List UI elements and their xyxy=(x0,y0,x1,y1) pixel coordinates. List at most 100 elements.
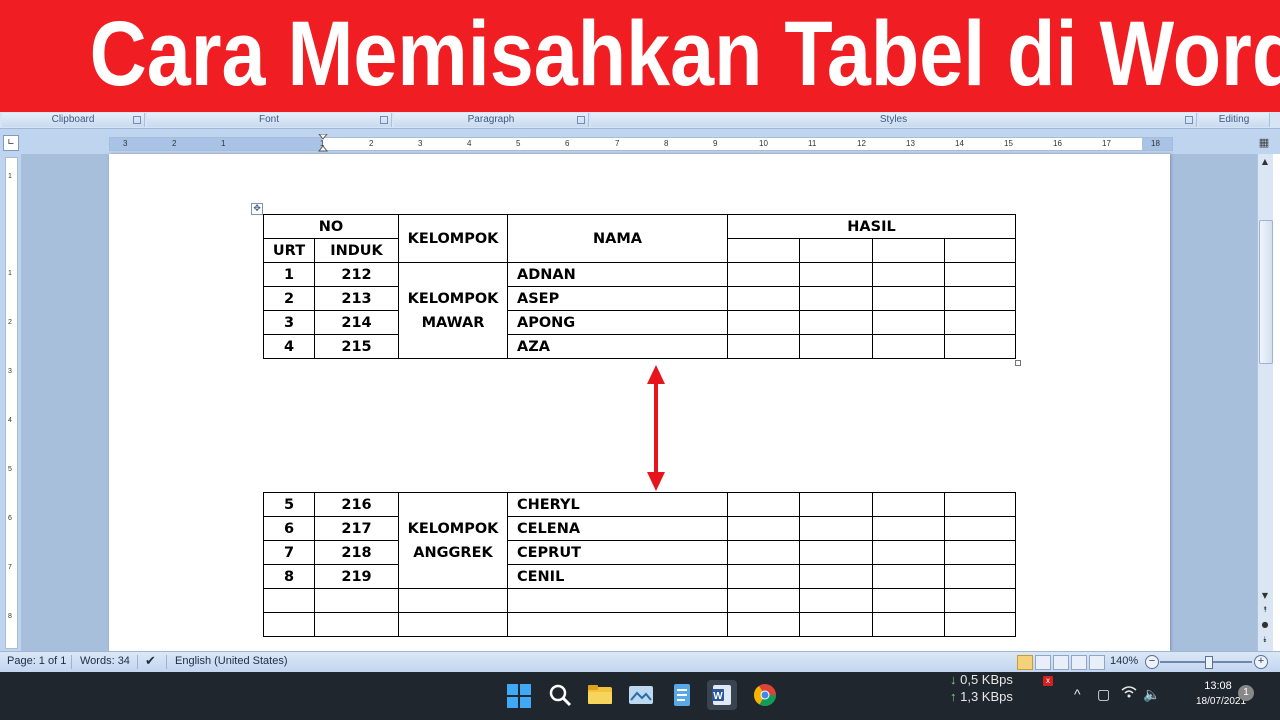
cell-induk[interactable]: 212 xyxy=(314,262,399,287)
web-layout-icon[interactable] xyxy=(1053,655,1069,670)
cell-kelompok[interactable]: KELOMPOK ANGGREK xyxy=(398,492,508,589)
header-no[interactable]: NO xyxy=(263,214,399,239)
hasil-cell[interactable] xyxy=(799,564,873,589)
hasil-cell[interactable] xyxy=(799,334,873,359)
cell-urt[interactable]: 2 xyxy=(263,286,315,311)
empty-cell[interactable] xyxy=(507,588,728,613)
hasil-cell[interactable] xyxy=(727,238,800,263)
hasil-cell[interactable] xyxy=(944,516,1016,541)
empty-cell[interactable] xyxy=(507,612,728,637)
cell-induk[interactable]: 218 xyxy=(314,540,399,565)
chrome-icon[interactable] xyxy=(750,680,780,710)
photos-icon[interactable] xyxy=(626,680,656,710)
cell-urt[interactable]: 6 xyxy=(263,516,315,541)
dialog-launcher-icon[interactable] xyxy=(380,116,388,124)
table-bottom[interactable]: 5 216 KELOMPOK ANGGREK CHERYL 6 217 CELE… xyxy=(263,492,1016,637)
zoom-level[interactable]: 140% xyxy=(1110,655,1138,667)
table-resize-handle[interactable] xyxy=(1015,360,1021,366)
word-app-icon[interactable]: W xyxy=(707,680,737,710)
cell-nama[interactable]: AZA xyxy=(507,334,728,359)
hasil-cell[interactable] xyxy=(799,310,873,335)
scroll-up-icon[interactable]: ▲ xyxy=(1259,156,1271,168)
system-clock[interactable]: 13:08 18/07/2021 xyxy=(1196,679,1246,709)
hasil-cell[interactable] xyxy=(872,334,945,359)
volume-icon[interactable]: 🔈 xyxy=(1143,686,1160,703)
hasil-cell[interactable] xyxy=(799,492,873,517)
hasil-cell[interactable] xyxy=(872,286,945,311)
print-layout-icon[interactable] xyxy=(1017,655,1033,670)
cell-nama[interactable]: APONG xyxy=(507,310,728,335)
hasil-cell[interactable] xyxy=(872,238,945,263)
header-hasil[interactable]: HASIL xyxy=(727,214,1016,239)
table-top[interactable]: NO KELOMPOK NAMA HASIL URT INDUK 1 212 K… xyxy=(263,214,1016,359)
cell-nama[interactable]: CEPRUT xyxy=(507,540,728,565)
vertical-ruler[interactable]: 1 1 2 3 4 5 6 7 8 xyxy=(5,157,18,649)
empty-cell[interactable] xyxy=(799,588,873,613)
ribbon-group-editing[interactable]: Editing xyxy=(1199,113,1270,127)
hasil-cell[interactable] xyxy=(944,286,1016,311)
empty-cell[interactable] xyxy=(314,588,399,613)
empty-cell[interactable] xyxy=(263,612,315,637)
hasil-cell[interactable] xyxy=(872,310,945,335)
hasil-cell[interactable] xyxy=(727,516,800,541)
search-icon[interactable] xyxy=(545,680,575,710)
cell-nama[interactable]: CHERYL xyxy=(507,492,728,517)
header-induk[interactable]: INDUK xyxy=(314,238,399,263)
empty-cell[interactable] xyxy=(872,612,945,637)
zoom-out-icon[interactable]: − xyxy=(1145,655,1159,669)
hasil-cell[interactable] xyxy=(944,492,1016,517)
dialog-launcher-icon[interactable] xyxy=(577,116,585,124)
proofing-icon[interactable]: ✔ xyxy=(145,653,156,669)
previous-page-icon[interactable]: ⯭ xyxy=(1259,604,1271,616)
scrollbar-thumb[interactable] xyxy=(1259,220,1273,364)
hasil-cell[interactable] xyxy=(799,540,873,565)
header-kelompok[interactable]: KELOMPOK xyxy=(398,214,508,263)
horizontal-ruler[interactable]: 3 2 1 1 2 3 4 5 6 7 8 9 10 11 12 13 14 1… xyxy=(109,134,1173,152)
ribbon-group-clipboard[interactable]: Clipboard xyxy=(2,113,145,127)
empty-cell[interactable] xyxy=(314,612,399,637)
cell-nama[interactable]: ASEP xyxy=(507,286,728,311)
ribbon-group-paragraph[interactable]: Paragraph xyxy=(394,113,589,127)
hasil-cell[interactable] xyxy=(872,492,945,517)
windows-start-icon[interactable] xyxy=(507,684,531,708)
empty-cell[interactable] xyxy=(398,588,508,613)
zoom-in-icon[interactable]: + xyxy=(1254,655,1268,669)
cell-induk[interactable]: 217 xyxy=(314,516,399,541)
hasil-cell[interactable] xyxy=(727,262,800,287)
hasil-cell[interactable] xyxy=(727,286,800,311)
hasil-cell[interactable] xyxy=(727,492,800,517)
draft-icon[interactable] xyxy=(1089,655,1105,670)
hasil-cell[interactable] xyxy=(944,310,1016,335)
close-badge-icon[interactable]: x xyxy=(1043,676,1053,686)
empty-cell[interactable] xyxy=(727,612,800,637)
select-browse-object-icon[interactable]: ● xyxy=(1259,619,1271,631)
cell-induk[interactable]: 214 xyxy=(314,310,399,335)
view-ruler-icon[interactable]: ▦ xyxy=(1258,136,1270,150)
language-indicator[interactable]: English (United States) xyxy=(175,655,288,667)
hasil-cell[interactable] xyxy=(799,262,873,287)
tablet-icon[interactable]: ▢ xyxy=(1097,686,1110,703)
page-count[interactable]: Page: 1 of 1 xyxy=(7,655,66,667)
empty-cell[interactable] xyxy=(944,588,1016,613)
header-nama[interactable]: NAMA xyxy=(507,214,728,263)
cell-kelompok[interactable]: KELOMPOK MAWAR xyxy=(398,262,508,359)
empty-cell[interactable] xyxy=(263,588,315,613)
cell-urt[interactable]: 4 xyxy=(263,334,315,359)
hasil-cell[interactable] xyxy=(727,564,800,589)
empty-cell[interactable] xyxy=(398,612,508,637)
vertical-scrollbar[interactable]: ▲ ▼ ⯭ ● ⯯ xyxy=(1257,154,1273,651)
hasil-cell[interactable] xyxy=(872,516,945,541)
cell-nama[interactable]: CELENA xyxy=(507,516,728,541)
cell-urt[interactable]: 8 xyxy=(263,564,315,589)
hasil-cell[interactable] xyxy=(799,286,873,311)
empty-cell[interactable] xyxy=(944,612,1016,637)
hasil-cell[interactable] xyxy=(872,262,945,287)
cell-nama[interactable]: ADNAN xyxy=(507,262,728,287)
header-urt[interactable]: URT xyxy=(263,238,315,263)
dialog-launcher-icon[interactable] xyxy=(1185,116,1193,124)
ribbon-group-font[interactable]: Font xyxy=(147,113,392,127)
table-move-handle-icon[interactable]: ✥ xyxy=(251,203,263,215)
ribbon-group-styles[interactable]: Styles xyxy=(591,113,1197,127)
tab-selector-icon[interactable]: ∟ xyxy=(3,135,19,151)
wifi-icon[interactable] xyxy=(1121,685,1137,699)
